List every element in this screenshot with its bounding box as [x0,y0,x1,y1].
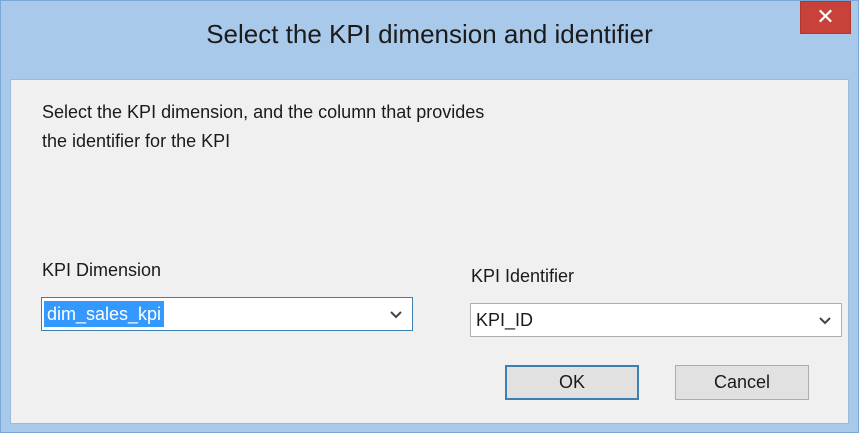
close-icon: ✕ [816,5,835,30]
kpi-dimension-select[interactable]: dim_sales_kpi [41,297,413,331]
dialog-window: Select the KPI dimension and identifier … [0,0,859,433]
kpi-identifier-label: KPI Identifier [471,266,575,286]
kpi-dimension-label: KPI Dimension [42,260,162,280]
cancel-button[interactable]: Cancel [675,365,809,400]
description-line-1: Select the KPI dimension, and the column… [42,102,485,122]
description-line-2: the identifier for the KPI [42,131,231,151]
close-button[interactable]: ✕ [800,1,851,34]
description: Select the KPI dimension, and the column… [42,98,642,156]
dialog-body: Select the KPI dimension, and the column… [10,79,849,424]
kpi-identifier-value: KPI_ID [476,310,534,330]
dialog-title: Select the KPI dimension and identifier [206,19,653,49]
kpi-identifier-select[interactable]: KPI_ID [470,303,842,337]
chevron-down-icon [819,317,831,325]
ok-button[interactable]: OK [505,365,639,400]
kpi-dimension-value: dim_sales_kpi [44,301,165,327]
chevron-down-icon [390,311,402,319]
title-bar[interactable]: Select the KPI dimension and identifier … [1,1,858,79]
